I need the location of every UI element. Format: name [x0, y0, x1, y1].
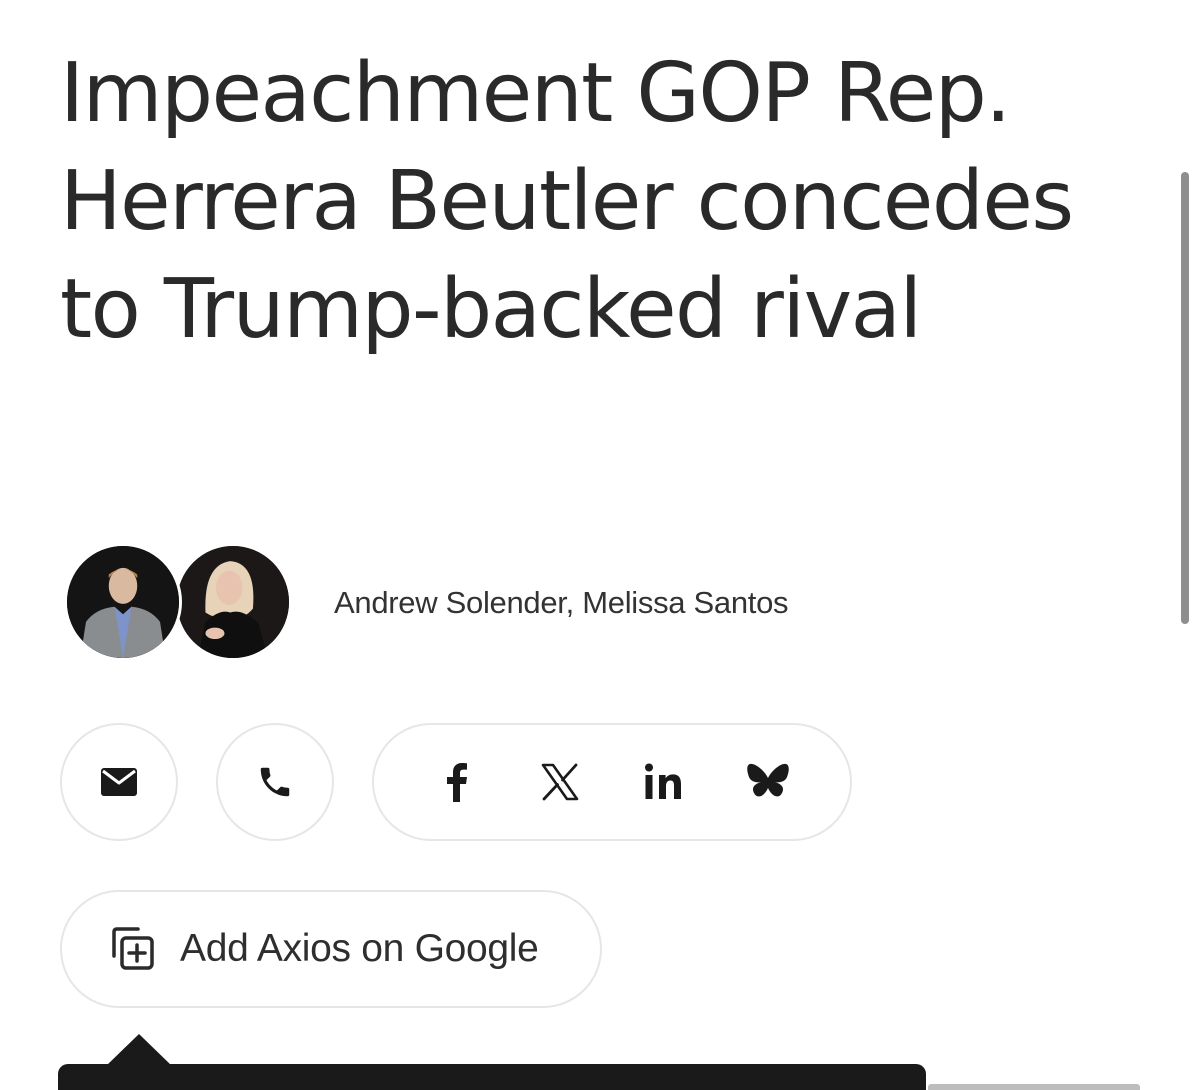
- avatar-melissa-santos[interactable]: [174, 543, 292, 661]
- share-email-button[interactable]: [60, 723, 178, 841]
- author-photo-icon: [67, 546, 179, 658]
- bluesky-icon: [747, 763, 789, 797]
- tooltip-arrow: [106, 1034, 172, 1066]
- author-row: Andrew Solender, Melissa Santos: [64, 543, 789, 663]
- share-facebook-button[interactable]: [417, 743, 495, 821]
- author-photo-icon: [177, 546, 289, 658]
- phone-icon: [260, 767, 290, 797]
- scrollbar-thumb[interactable]: [1181, 172, 1189, 624]
- add-axios-on-google-button[interactable]: Add Axios on Google: [60, 890, 602, 1008]
- article-headline: Impeachment GOP Rep. Herrera Beutler con…: [60, 46, 1074, 357]
- share-toolbar: [60, 722, 852, 842]
- author-byline[interactable]: Andrew Solender, Melissa Santos: [334, 585, 789, 621]
- avatar-andrew-solender[interactable]: [64, 543, 182, 661]
- share-x-button[interactable]: [521, 743, 599, 821]
- add-source-icon: [112, 927, 154, 970]
- share-bluesky-button[interactable]: [729, 743, 807, 821]
- divider: [928, 1084, 1140, 1090]
- social-share-group: [372, 723, 852, 841]
- x-icon: [541, 763, 579, 801]
- share-phone-button[interactable]: [216, 723, 334, 841]
- article-page: Impeachment GOP Rep. Herrera Beutler con…: [0, 0, 1200, 1090]
- google-button-label: Add Axios on Google: [180, 927, 539, 970]
- share-linkedin-button[interactable]: [625, 743, 703, 821]
- author-avatars: [64, 543, 294, 663]
- envelope-icon: [101, 768, 137, 796]
- linkedin-icon: [645, 763, 681, 799]
- tooltip-popup: [58, 1064, 926, 1090]
- facebook-icon: [447, 763, 467, 802]
